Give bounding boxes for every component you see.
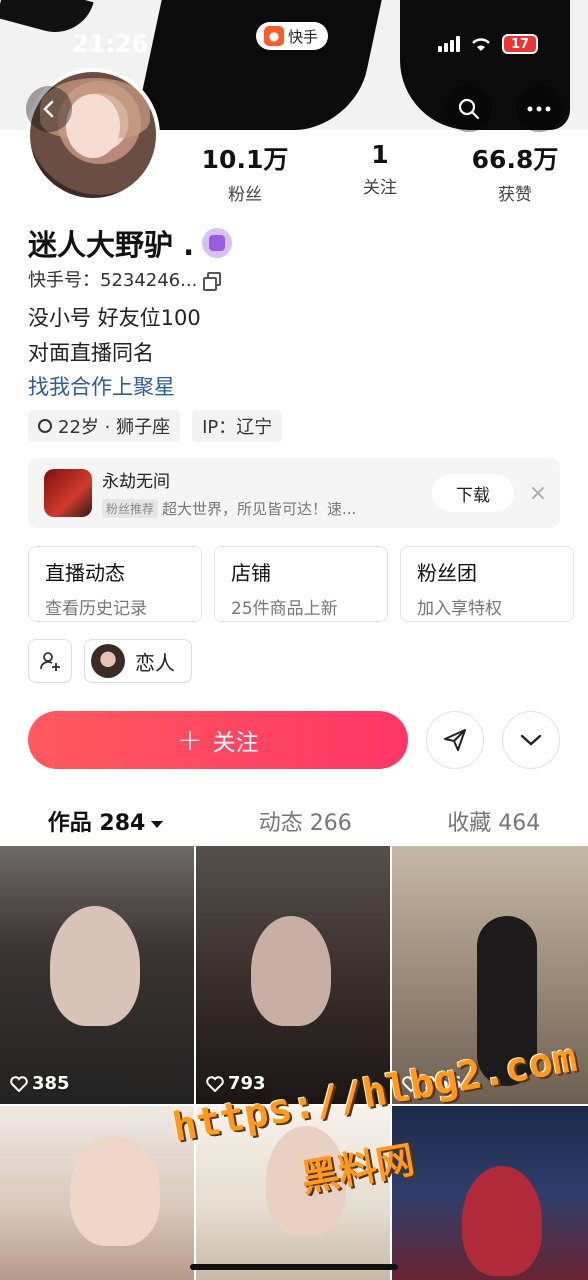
bio-line: 对面直播同名 [28, 341, 154, 365]
post-figure [251, 916, 331, 1026]
card-subtitle: 加入享特权 [417, 599, 502, 619]
post-thumbnail[interactable] [0, 1106, 194, 1280]
ad-subtitle: 超大世界，所见皆可达！速... [162, 500, 357, 518]
post-thumbnail[interactable]: 793 [196, 846, 390, 1104]
like-count-value: 385 [32, 1073, 70, 1094]
more-button[interactable] [516, 86, 562, 132]
cover-shape [134, 0, 386, 130]
battery-indicator: 17 [502, 34, 538, 54]
signal-icon [438, 36, 460, 52]
relation-chip[interactable]: 恋人 [84, 639, 192, 683]
caret-down-icon [151, 820, 164, 828]
share-icon [444, 729, 466, 751]
verified-badge-icon[interactable] [202, 228, 233, 258]
avatar-face [66, 94, 120, 158]
feature-cards: 直播动态 查看历史记录 店铺 25件商品上新 粉丝团 加入享特权 [28, 546, 574, 622]
profile-tags: 22岁 · 狮子座 IP：辽宁 [28, 410, 283, 442]
more-options-button[interactable] [502, 711, 560, 769]
relation-label: 恋人 [135, 650, 175, 675]
stat-label: 获赞 [498, 185, 532, 205]
card-title: 粉丝团 [417, 561, 477, 585]
card-title: 店铺 [231, 561, 271, 585]
stat-fans[interactable]: 10.1万 粉丝 [190, 140, 300, 205]
chevron-down-icon [520, 734, 542, 746]
user-id: 快手号：5234246... [28, 270, 198, 291]
name-row: 迷人大野驴 . [28, 222, 233, 264]
stat-value: 1 [371, 140, 389, 169]
app-name: 快手 [288, 27, 319, 46]
back-icon [43, 100, 54, 118]
card-fan-club[interactable]: 粉丝团 加入享特权 [400, 546, 574, 622]
ip-tag-label: IP：辽宁 [202, 417, 273, 438]
gender-icon [38, 419, 52, 433]
content-tabs: 作品 284 动态 266 收藏 464 [0, 798, 588, 849]
heart-icon [206, 1075, 224, 1092]
copy-icon[interactable] [203, 272, 222, 291]
post-thumbnail[interactable]: 385 [0, 846, 194, 1104]
stat-value: 10.1万 [201, 145, 289, 174]
relation-avatar [91, 644, 125, 678]
friends-row: 恋人 [28, 639, 192, 683]
status-time: 21:26 [72, 30, 149, 58]
search-icon [458, 98, 480, 120]
close-icon[interactable]: × [528, 481, 548, 506]
more-icon [527, 106, 551, 112]
age-tag: 22岁 · 狮子座 [28, 410, 181, 442]
tab-moments[interactable]: 动态 266 [259, 805, 352, 837]
add-friend-button[interactable] [28, 639, 72, 683]
post-figure [70, 1136, 160, 1246]
status-indicators: 17 [438, 34, 538, 54]
stat-value: 66.8万 [471, 145, 559, 174]
profile-stats: 10.1万 粉丝 1 关注 66.8万 获赞 [190, 140, 570, 205]
card-title: 直播动态 [45, 561, 125, 585]
ad-title: 永劫无间 [102, 472, 170, 492]
download-button[interactable]: 下载 [432, 474, 514, 512]
share-button[interactable] [426, 711, 484, 769]
search-button[interactable] [446, 86, 492, 132]
tab-favorites[interactable]: 收藏 464 [447, 805, 540, 837]
tab-works[interactable]: 作品 284 [47, 805, 164, 849]
stat-likes[interactable]: 66.8万 获赞 [460, 140, 570, 205]
wifi-icon [470, 36, 492, 52]
post-figure [462, 1166, 542, 1276]
post-thumbnail[interactable] [392, 1106, 588, 1280]
tab-label: 作品 284 [47, 811, 146, 836]
game-app-icon [44, 469, 92, 517]
ad-subtitle-row: 粉丝推荐 超大世界，所见皆可达！速... [102, 498, 432, 519]
card-subtitle: 查看历史记录 [45, 599, 147, 619]
follow-button[interactable]: + 关注 [28, 711, 408, 769]
card-shop[interactable]: 店铺 25件商品上新 [214, 546, 388, 622]
bio-link[interactable]: 找我合作上聚星 [28, 371, 175, 401]
kuaishou-logo-icon: ● [264, 26, 284, 46]
user-id-row: 快手号：5234246... [28, 266, 222, 292]
ad-text: 永劫无间 粉丝推荐 超大世界，所见皆可达！速... [102, 467, 432, 519]
age-tag-label: 22岁 · 狮子座 [58, 417, 171, 438]
stat-following[interactable]: 1 关注 [325, 140, 435, 205]
card-subtitle: 25件商品上新 [231, 599, 338, 619]
heart-icon [10, 1075, 28, 1092]
card-live[interactable]: 直播动态 查看历史记录 [28, 546, 202, 622]
app-pill[interactable]: ● 快手 [256, 22, 329, 50]
follow-label: 关注 [212, 730, 259, 756]
stat-label: 粉丝 [228, 185, 262, 205]
plus-icon: + [177, 722, 203, 758]
bio-line: 没小号 好友位100 [28, 306, 201, 330]
like-count: 385 [10, 1073, 70, 1094]
ad-banner[interactable]: 永劫无间 粉丝推荐 超大世界，所见皆可达！速... 下载 × [28, 458, 560, 528]
home-indicator[interactable] [190, 1264, 398, 1270]
stat-label: 关注 [363, 178, 397, 198]
post-figure [50, 906, 140, 1026]
profile-name: 迷人大野驴 . [28, 228, 195, 262]
back-button[interactable] [26, 86, 72, 132]
add-friend-icon [40, 652, 60, 671]
ip-tag: IP：辽宁 [192, 410, 283, 442]
ad-chip: 粉丝推荐 [102, 499, 159, 518]
